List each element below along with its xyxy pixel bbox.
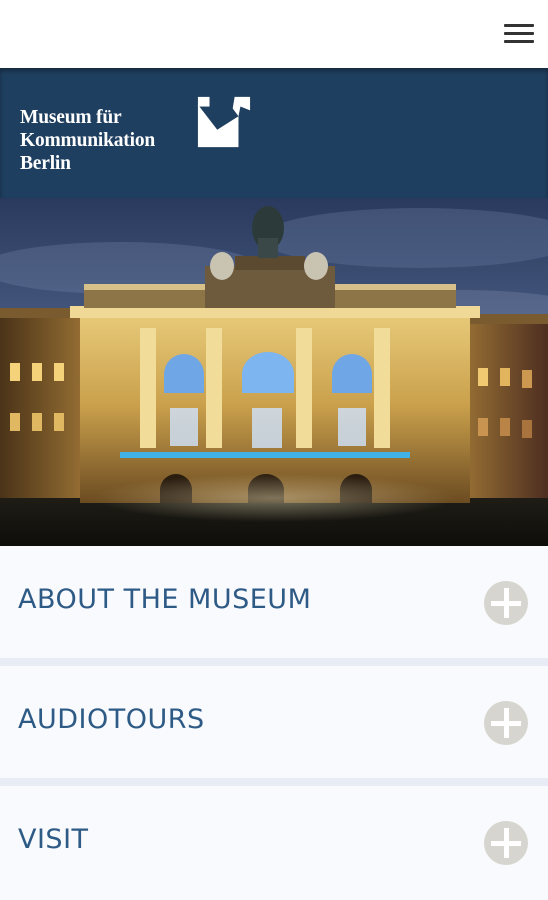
accordion-label: AUDIOTOURS <box>18 704 205 735</box>
top-app-bar <box>0 0 548 68</box>
museum-name-line-2: Kommunikation <box>20 130 156 151</box>
museum-logo-mark <box>197 96 251 148</box>
accordion-list: ABOUT THE MUSEUM AUDIOTOURS VISIT <box>0 546 548 900</box>
museum-name-line-3: Berlin <box>20 153 71 174</box>
museum-brand-header: Museum für Kommunikation Berlin <box>0 68 548 198</box>
accordion-item-audiotours[interactable]: AUDIOTOURS <box>0 666 548 778</box>
museum-name-line-1: Museum für <box>20 107 122 128</box>
accordion-item-visit[interactable]: VISIT <box>0 786 548 900</box>
accordion-label: VISIT <box>18 824 89 855</box>
plus-circle-icon[interactable] <box>484 701 528 745</box>
museum-building-illustration <box>0 198 548 546</box>
plus-circle-icon[interactable] <box>484 581 528 625</box>
plus-circle-icon[interactable] <box>484 821 528 865</box>
accordion-item-about-the-museum[interactable]: ABOUT THE MUSEUM <box>0 546 548 658</box>
hero-museum-photo <box>0 198 548 546</box>
museum-name: Museum für Kommunikation Berlin <box>20 106 155 175</box>
hamburger-menu-icon[interactable] <box>504 24 534 46</box>
accordion-label: ABOUT THE MUSEUM <box>18 584 312 615</box>
